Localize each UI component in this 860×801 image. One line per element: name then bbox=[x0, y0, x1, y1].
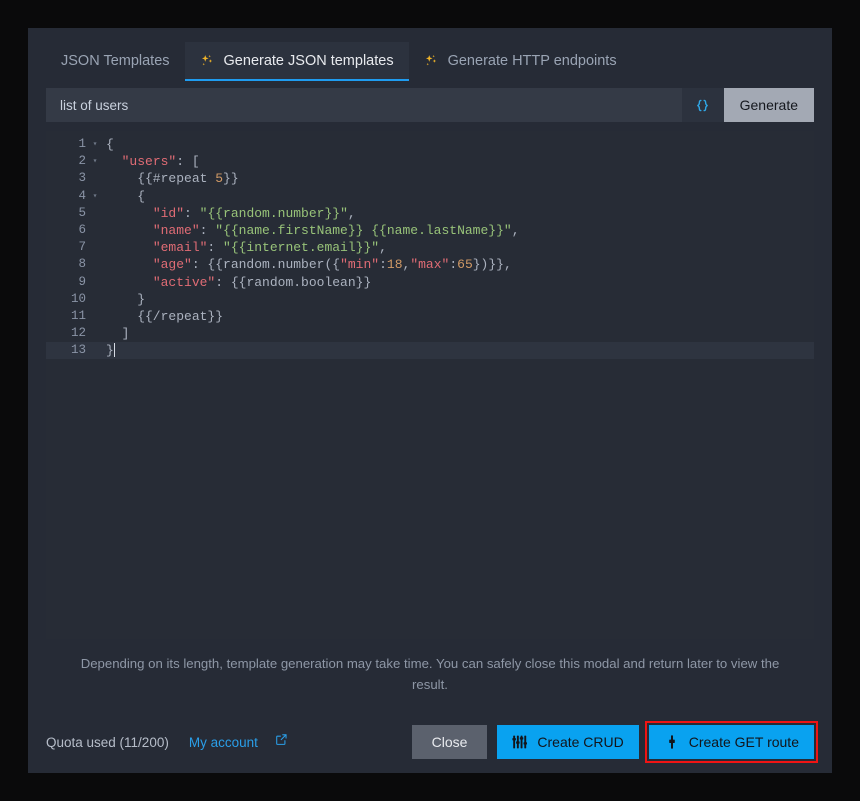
code-line-text: "name": "{{name.firstName}} {{name.lastN… bbox=[102, 222, 814, 239]
code-line[interactable]: 2▾ "users": [ bbox=[46, 153, 814, 170]
tab-generate-http-endpoints[interactable]: Generate HTTP endpoints bbox=[409, 42, 632, 80]
generation-hint: Depending on its length, template genera… bbox=[80, 653, 780, 711]
line-number: 11 bbox=[46, 308, 88, 325]
line-number: 3 bbox=[46, 170, 88, 187]
generate-button[interactable]: Generate bbox=[724, 88, 814, 122]
code-line-text: "id": "{{random.number}}", bbox=[102, 205, 814, 222]
single-slider-icon bbox=[664, 734, 680, 750]
code-line[interactable]: 3 {{#repeat 5}} bbox=[46, 170, 814, 187]
line-number: 5 bbox=[46, 205, 88, 222]
line-number: 8 bbox=[46, 256, 88, 273]
code-line[interactable]: 13} bbox=[46, 342, 814, 359]
tab-label: Generate HTTP endpoints bbox=[448, 53, 617, 69]
code-line[interactable]: 10 } bbox=[46, 291, 814, 308]
prompt-input[interactable] bbox=[46, 88, 682, 122]
json-code-editor[interactable]: 1▾{2▾ "users": [3 {{#repeat 5}}4▾ {5 "id… bbox=[46, 131, 814, 639]
code-line[interactable]: 5 "id": "{{random.number}}", bbox=[46, 205, 814, 222]
tab-label: JSON Templates bbox=[61, 53, 170, 69]
create-crud-button[interactable]: Create CRUD bbox=[497, 725, 638, 759]
code-line[interactable]: 4▾ { bbox=[46, 188, 814, 205]
create-get-route-button[interactable]: Create GET route bbox=[649, 725, 814, 759]
editor-code-area[interactable]: 1▾{2▾ "users": [3 {{#repeat 5}}4▾ {5 "id… bbox=[46, 131, 814, 639]
quota-label: Quota used (11/200) bbox=[46, 735, 169, 750]
code-line[interactable]: 12 ] bbox=[46, 325, 814, 342]
sliders-icon bbox=[512, 734, 528, 750]
braces-icon bbox=[695, 98, 710, 113]
line-number: 6 bbox=[46, 222, 88, 239]
modal-footer: Quota used (11/200) My account Close bbox=[28, 711, 832, 773]
line-number: 13 bbox=[46, 342, 88, 359]
generate-json-modal: JSON Templates Generate JSON templates G… bbox=[28, 28, 832, 773]
code-line[interactable]: 1▾{ bbox=[46, 136, 814, 153]
line-number: 1 bbox=[46, 136, 88, 153]
modal-tabbar: JSON Templates Generate JSON templates G… bbox=[28, 28, 832, 80]
code-line-text: "users": [ bbox=[102, 153, 814, 170]
my-account-link[interactable]: My account bbox=[189, 735, 258, 750]
code-line[interactable]: 6 "name": "{{name.firstName}} {{name.las… bbox=[46, 222, 814, 239]
code-line-text: {{#repeat 5}} bbox=[102, 170, 814, 187]
create-get-route-label: Create GET route bbox=[689, 734, 799, 750]
fold-arrow-icon[interactable]: ▾ bbox=[88, 136, 102, 153]
line-number: 7 bbox=[46, 239, 88, 256]
prompt-row: Generate bbox=[46, 88, 814, 122]
external-link-icon[interactable] bbox=[275, 733, 288, 751]
text-cursor bbox=[114, 343, 115, 357]
code-line[interactable]: 7 "email": "{{internet.email}}", bbox=[46, 239, 814, 256]
code-line-text: "active": {{random.boolean}} bbox=[102, 274, 814, 291]
code-line-text: ] bbox=[102, 325, 814, 342]
tab-generate-json-templates[interactable]: Generate JSON templates bbox=[185, 42, 409, 80]
fold-arrow-icon[interactable]: ▾ bbox=[88, 188, 102, 205]
sparkles-icon bbox=[200, 54, 215, 69]
braces-icon-button[interactable] bbox=[682, 88, 724, 122]
code-line-text: {{/repeat}} bbox=[102, 308, 814, 325]
line-number: 4 bbox=[46, 188, 88, 205]
line-number: 12 bbox=[46, 325, 88, 342]
code-line-text: "email": "{{internet.email}}", bbox=[102, 239, 814, 256]
code-line-text: { bbox=[102, 136, 814, 153]
sparkles-icon bbox=[424, 54, 439, 69]
code-line[interactable]: 11 {{/repeat}} bbox=[46, 308, 814, 325]
code-line[interactable]: 9 "active": {{random.boolean}} bbox=[46, 274, 814, 291]
code-line-text: } bbox=[102, 342, 814, 359]
tab-json-templates[interactable]: JSON Templates bbox=[46, 42, 185, 80]
line-number: 10 bbox=[46, 291, 88, 308]
code-line-text: { bbox=[102, 188, 814, 205]
line-number: 9 bbox=[46, 274, 88, 291]
code-line-text: } bbox=[102, 291, 814, 308]
code-lines: 1▾{2▾ "users": [3 {{#repeat 5}}4▾ {5 "id… bbox=[46, 131, 814, 359]
create-crud-label: Create CRUD bbox=[537, 734, 623, 750]
code-line[interactable]: 8 "age": {{random.number({"min":18,"max"… bbox=[46, 256, 814, 273]
tab-label: Generate JSON templates bbox=[224, 53, 394, 69]
line-number: 2 bbox=[46, 153, 88, 170]
fold-arrow-icon[interactable]: ▾ bbox=[88, 153, 102, 170]
close-button[interactable]: Close bbox=[412, 725, 488, 759]
code-line-text: "age": {{random.number({"min":18,"max":6… bbox=[102, 256, 814, 273]
